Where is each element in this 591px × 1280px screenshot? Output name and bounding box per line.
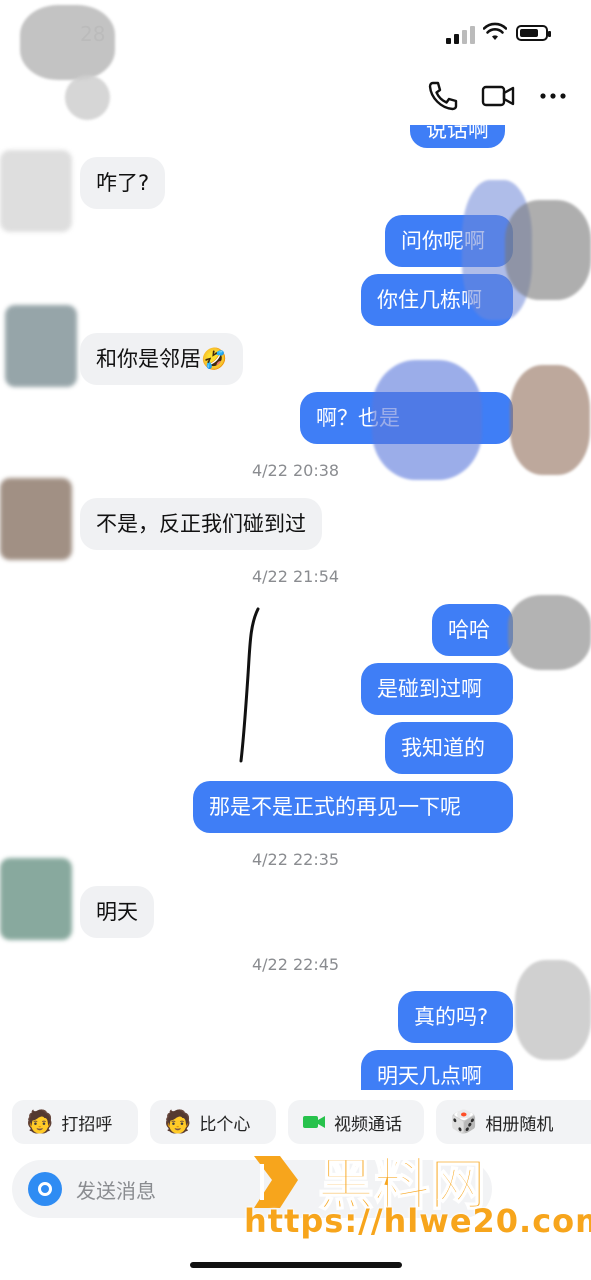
quick-action-label: 打招呼 [61, 1114, 113, 1135]
cellular-signal-icon [446, 26, 476, 44]
status-time: 28 [80, 22, 106, 46]
message-outgoing[interactable]: 哈哈 [432, 604, 513, 656]
quick-action-label: 比个心 [199, 1114, 251, 1135]
timestamp: 4/22 20:38 [251, 461, 340, 480]
avatar-sticker-icon: 🧑 [26, 1109, 54, 1135]
message-input-placeholder: 发送消息 [76, 1178, 156, 1203]
contact-avatar[interactable] [5, 305, 77, 387]
message-incoming[interactable]: 咋了? [80, 157, 166, 209]
message-incoming[interactable]: 不是，反正我们碰到过 [80, 498, 322, 550]
status-bar: 28 [0, 0, 591, 80]
redacted-scribble [505, 200, 591, 300]
camera-icon[interactable] [28, 1172, 62, 1206]
more-icon[interactable] [537, 78, 573, 114]
quick-action-heart[interactable]: 🧑 比个心 [150, 1100, 276, 1144]
video-icon[interactable] [480, 78, 516, 114]
battery-icon [516, 25, 551, 41]
timestamp: 4/22 22:45 [251, 955, 340, 974]
message-outgoing[interactable]: 我知道的 [385, 722, 513, 774]
phone-icon[interactable] [425, 78, 461, 114]
message-incoming[interactable]: 明天 [80, 886, 154, 938]
redacted-scribble [508, 595, 591, 670]
home-indicator [190, 1262, 402, 1268]
contact-avatar[interactable] [0, 478, 72, 560]
redacted-scribble [510, 365, 590, 475]
contact-avatar[interactable] [65, 75, 110, 120]
message-outgoing[interactable]: 明天几点啊 [361, 1050, 513, 1090]
contact-avatar[interactable] [0, 150, 72, 232]
avatar-sticker-icon: 🧑 [164, 1109, 192, 1135]
message-incoming[interactable]: 和你是邻居🤣 [80, 333, 244, 385]
contact-avatar[interactable] [0, 858, 72, 940]
quick-action-random-album[interactable]: 🎲 相册随机 [436, 1100, 591, 1144]
video-call-icon [303, 1116, 325, 1128]
message-outgoing[interactable]: 真的吗? [398, 991, 513, 1043]
timestamp: 4/22 22:35 [251, 850, 340, 869]
message-outgoing[interactable]: 是碰到过啊 [361, 663, 513, 715]
message-outgoing[interactable]: 那是不是正式的再见一下呢 [193, 781, 513, 833]
quick-action-label: 视频通话 [334, 1114, 402, 1135]
timestamp: 4/22 21:54 [251, 567, 340, 586]
quick-action-label: 相册随机 [485, 1114, 554, 1135]
watermark-url: https://hlwe20.com [244, 1202, 591, 1240]
wifi-icon [483, 22, 507, 40]
hand-drawn-line [239, 607, 260, 763]
quick-action-video-call[interactable]: 视频通话 [288, 1100, 424, 1144]
dice-icon: 🎲 [450, 1109, 478, 1135]
redacted-scribble [515, 960, 591, 1060]
quick-action-greet[interactable]: 🧑 打招呼 [12, 1100, 138, 1144]
